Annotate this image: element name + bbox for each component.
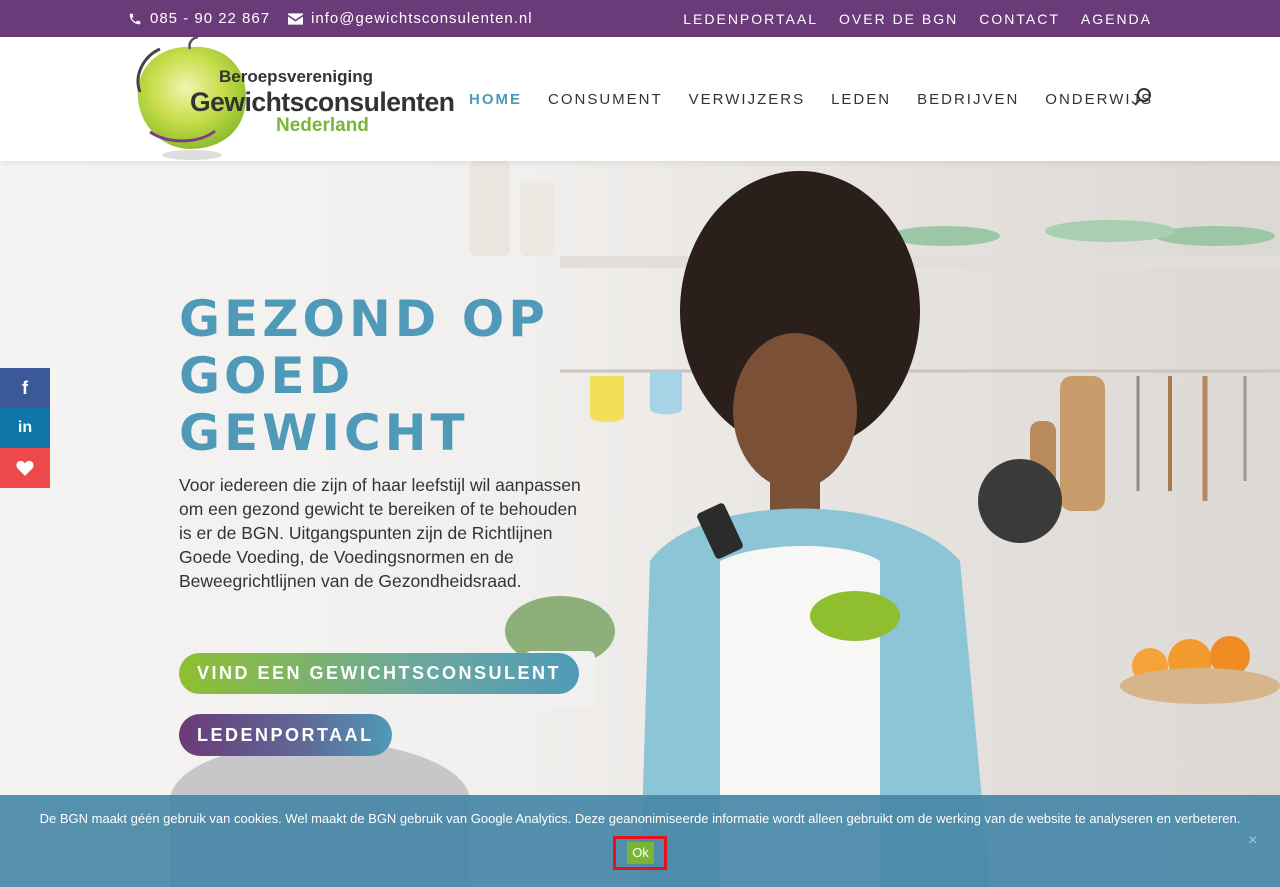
cookie-ok-label: Ok	[627, 842, 654, 864]
header: Beroepsvereniging Gewichtsconsulenten Ne…	[0, 35, 1280, 161]
cookie-ok-button[interactable]: Ok	[613, 836, 667, 870]
facebook-share-button[interactable]: f	[0, 368, 50, 408]
find-consultant-button[interactable]: VIND EEN GEWICHTSCONSULENT	[179, 653, 580, 694]
linkedin-share-button[interactable]: in	[0, 408, 50, 448]
search-icon	[1134, 88, 1151, 106]
cookie-text: De BGN maakt géén gebruik van cookies. W…	[39, 811, 1241, 826]
toplink-over-de-bgn[interactable]: OVER DE BGN	[839, 11, 958, 27]
hero-title-line2: GOED	[179, 347, 355, 405]
top-bar: 085 - 90 22 867 info@gewichtsconsulenten…	[0, 0, 1280, 37]
logo-line2: Gewichtsconsulenten	[190, 87, 455, 117]
site-logo[interactable]: Beroepsvereniging Gewichtsconsulenten Ne…	[130, 35, 455, 161]
toplink-contact[interactable]: CONTACT	[979, 11, 1060, 27]
envelope-icon	[288, 12, 304, 25]
hero-title-line1: GEZOND OP	[179, 290, 549, 348]
cookie-close-button[interactable]: ×	[1248, 832, 1257, 850]
close-icon: ×	[1248, 832, 1258, 849]
nav-consument[interactable]: CONSUMENT	[548, 91, 663, 108]
logo-line3: Nederland	[276, 115, 369, 136]
facebook-icon: f	[22, 377, 28, 398]
logo-line1: Beroepsvereniging	[219, 67, 373, 86]
email-address: info@gewichtsconsulenten.nl	[311, 10, 533, 27]
nav-verwijzers[interactable]: VERWIJZERS	[689, 91, 805, 108]
toplink-agenda[interactable]: AGENDA	[1081, 11, 1152, 27]
contact-info: 085 - 90 22 867 info@gewichtsconsulenten…	[128, 10, 533, 27]
linkedin-icon: in	[17, 419, 33, 436]
search-button[interactable]	[1133, 87, 1153, 107]
favorite-share-button[interactable]	[0, 448, 50, 488]
hero-title-line3: GEWICHT	[179, 404, 469, 462]
hero-section: GEZOND OP GOED GEWICHT Voor iedereen die…	[0, 161, 1280, 887]
phone-number: 085 - 90 22 867	[150, 10, 271, 27]
email-link[interactable]: info@gewichtsconsulenten.nl	[288, 10, 533, 27]
phone-icon	[129, 13, 141, 24]
share-sidebar: f in	[0, 368, 50, 488]
phone-link[interactable]: 085 - 90 22 867	[128, 10, 270, 27]
member-portal-button[interactable]: LEDENPORTAAL	[179, 714, 392, 756]
hero-description: Voor iedereen die zijn of haar leefstijl…	[179, 475, 581, 591]
toplink-ledenportaal[interactable]: LEDENPORTAAL	[683, 11, 818, 27]
nav-home[interactable]: HOME	[469, 91, 522, 108]
nav-leden[interactable]: LEDEN	[831, 91, 891, 108]
heart-icon	[16, 460, 34, 476]
nav-bedrijven[interactable]: BEDRIJVEN	[917, 91, 1019, 108]
main-nav: HOME CONSUMENT VERWIJZERS LEDEN BEDRIJVE…	[469, 91, 1153, 108]
top-links: LEDENPORTAAL OVER DE BGN CONTACT AGENDA	[683, 11, 1152, 27]
hero-title: GEZOND OP GOED GEWICHT	[179, 291, 599, 462]
